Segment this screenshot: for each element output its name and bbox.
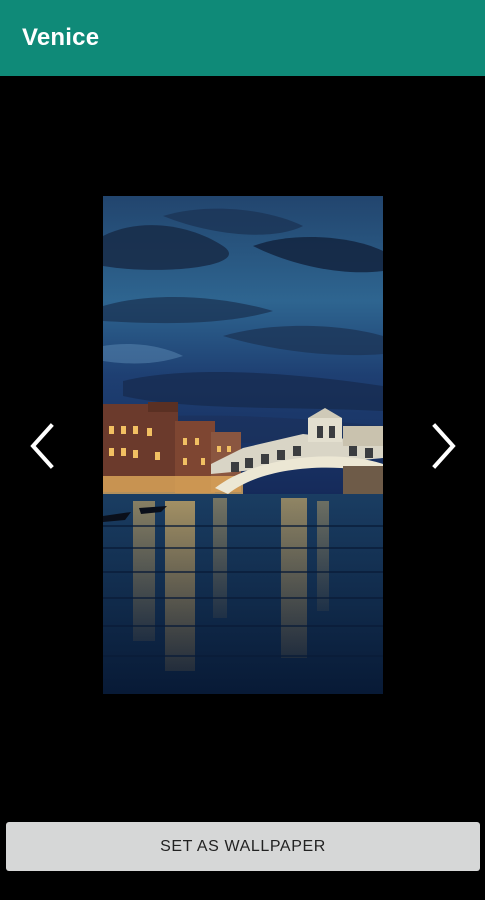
chevron-right-icon — [432, 423, 456, 469]
wallpaper-image — [103, 196, 383, 694]
previous-button[interactable] — [18, 418, 66, 474]
set-as-wallpaper-button[interactable]: SET AS WALLPAPER — [6, 822, 480, 871]
app-bar: Venice — [0, 0, 485, 76]
chevron-left-icon — [30, 423, 54, 469]
next-button[interactable] — [420, 418, 468, 474]
set-as-wallpaper-label: SET AS WALLPAPER — [160, 837, 326, 855]
page-title: Venice — [22, 24, 100, 51]
wallpaper-viewer: Venice SET AS WALLPAPER — [0, 0, 485, 900]
